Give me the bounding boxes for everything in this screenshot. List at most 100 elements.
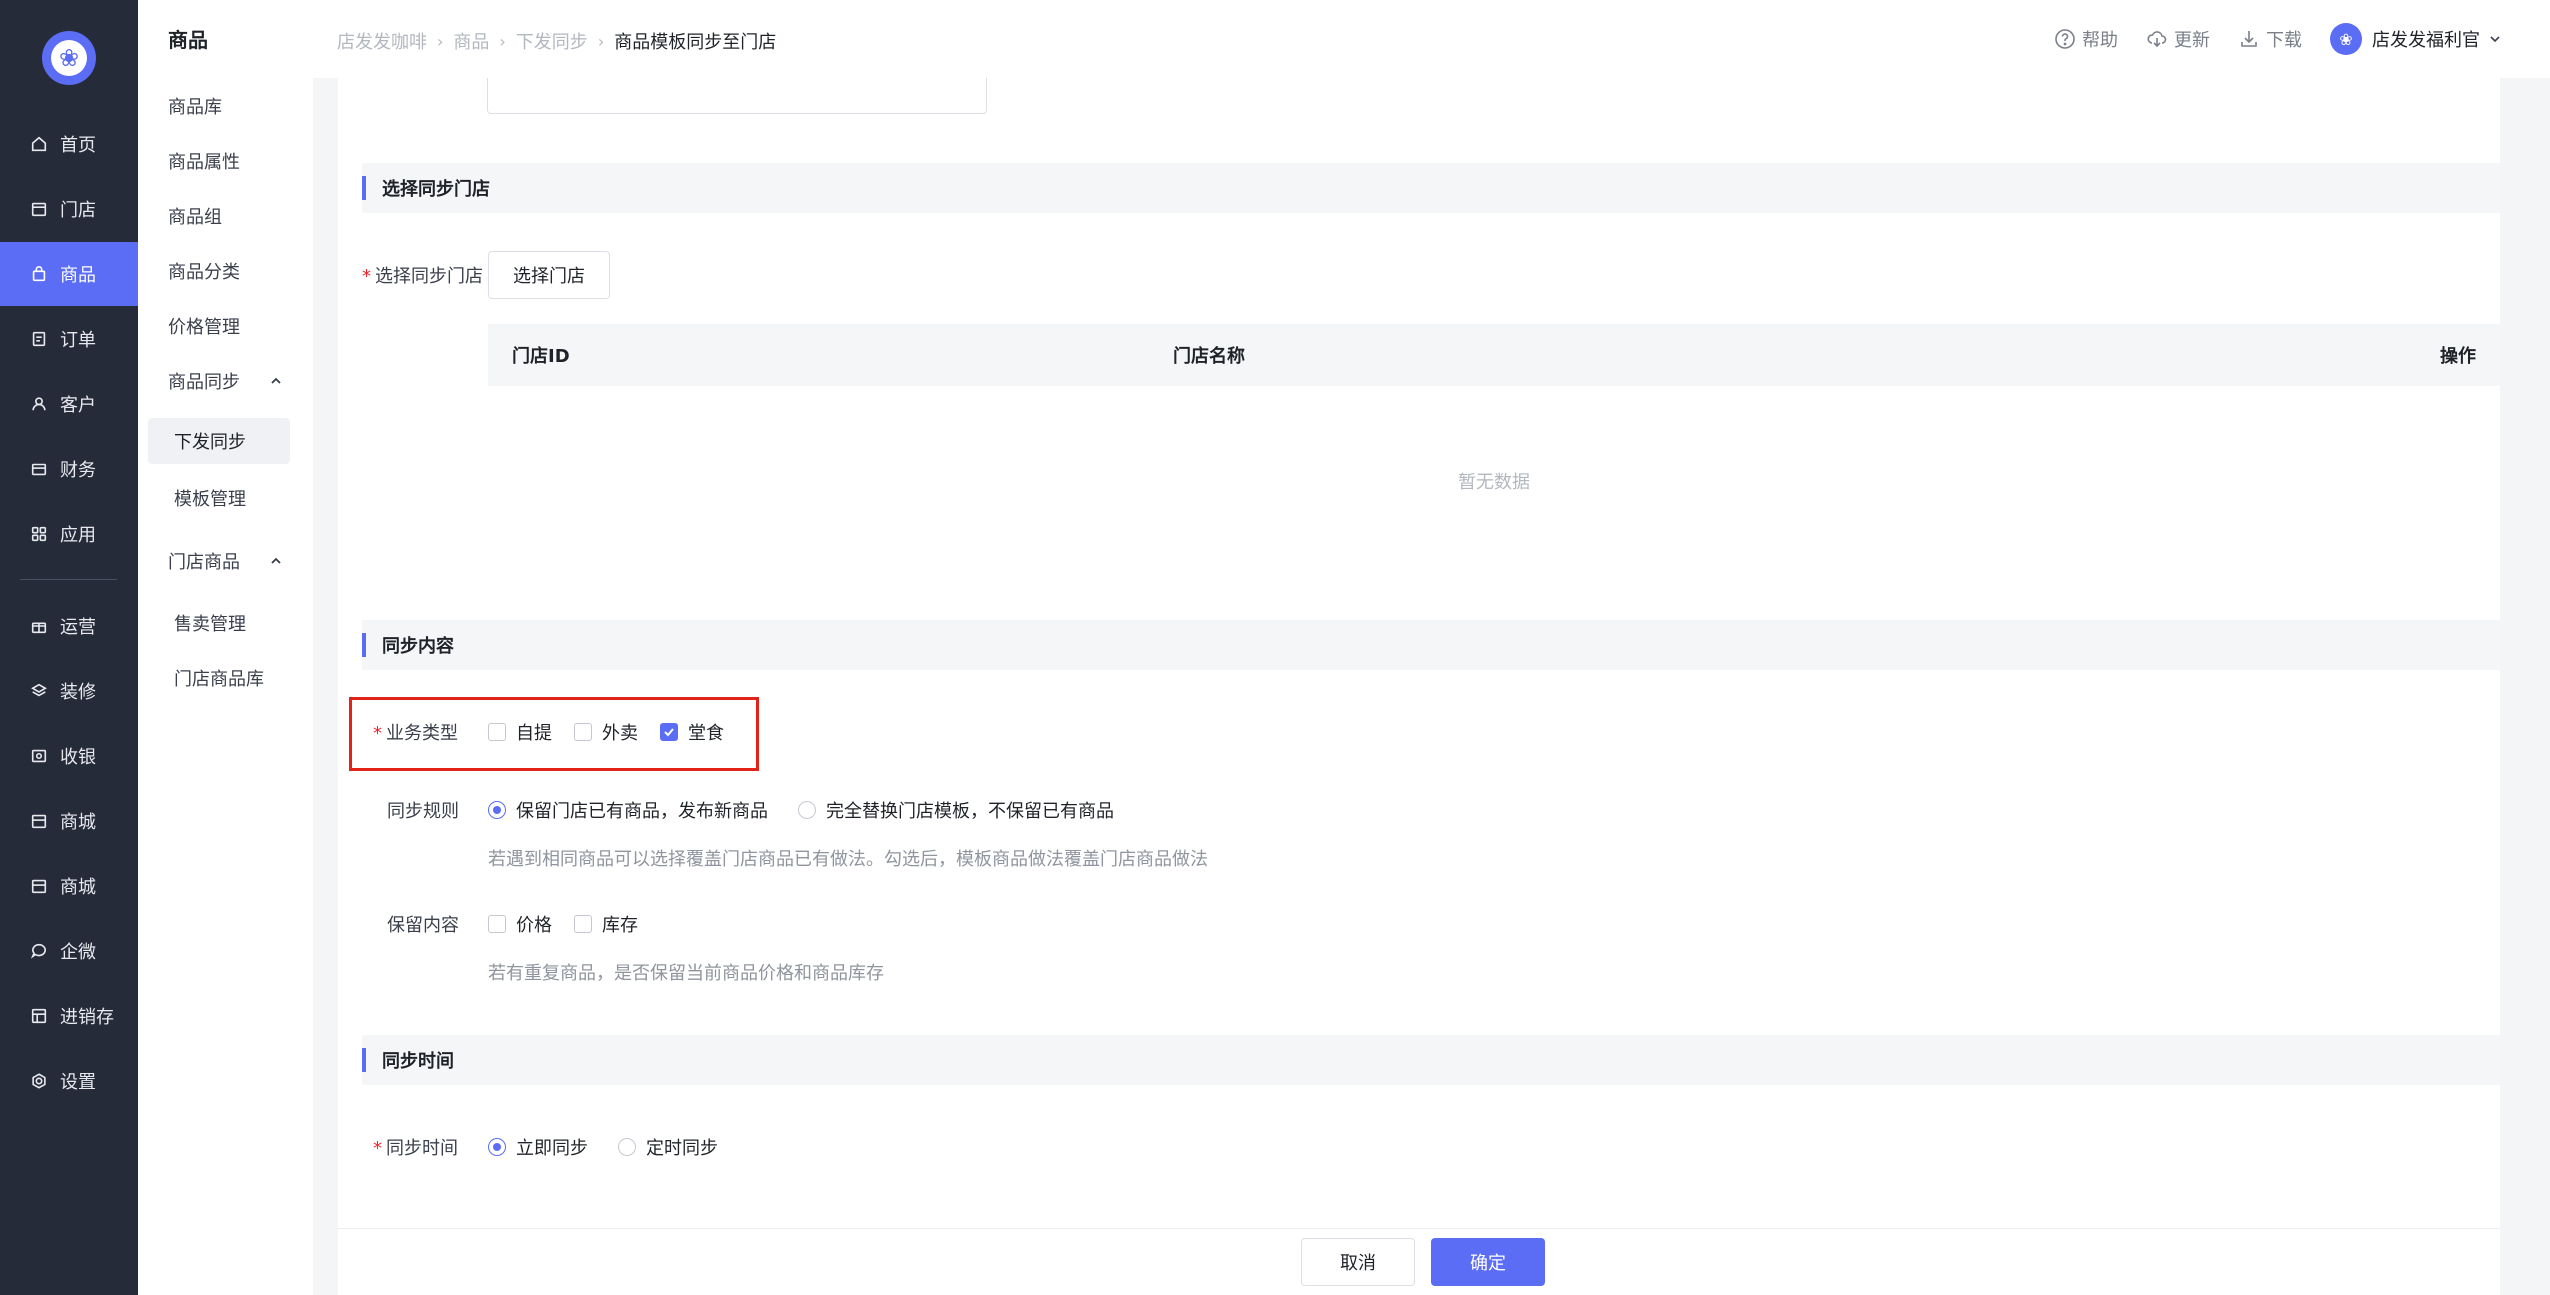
keep-content-checkboxes: 价格 库存 bbox=[488, 911, 660, 937]
nav-item-mall-2[interactable]: 商城 bbox=[0, 854, 138, 918]
bag-icon bbox=[30, 265, 48, 283]
nav-item-decor[interactable]: 装修 bbox=[0, 659, 138, 723]
previous-field-input[interactable] bbox=[487, 78, 987, 114]
radio-sync-now[interactable]: 立即同步 bbox=[488, 1134, 588, 1160]
highlight-box bbox=[349, 697, 759, 771]
nav-label: 设置 bbox=[60, 1072, 96, 1093]
submenu-item-goods-group[interactable]: 商品组 bbox=[168, 203, 222, 229]
submenu-item-sale-manage[interactable]: 售卖管理 bbox=[174, 610, 246, 636]
help-button[interactable]: 帮助 bbox=[2054, 26, 2118, 52]
nav-item-finance[interactable]: 财务 bbox=[0, 437, 138, 501]
gift-icon bbox=[30, 617, 48, 635]
breadcrumb-item[interactable]: 下发同步 bbox=[516, 28, 588, 54]
user-menu[interactable]: ❀ 店发发福利官 bbox=[2330, 23, 2502, 55]
nav-item-settings[interactable]: 设置 bbox=[0, 1049, 138, 1113]
checkbox-box[interactable] bbox=[574, 915, 592, 933]
submenu-item-goods-library[interactable]: 商品库 bbox=[168, 93, 222, 119]
checkbox-box[interactable] bbox=[488, 915, 506, 933]
breadcrumb-separator-icon: › bbox=[437, 31, 444, 51]
select-store-button[interactable]: 选择门店 bbox=[488, 251, 610, 299]
store-select-label: * 选择同步门店 bbox=[362, 262, 483, 288]
keep-content-hint: 若有重复商品，是否保留当前商品价格和商品库存 bbox=[488, 963, 884, 984]
update-label: 更新 bbox=[2174, 30, 2210, 51]
confirm-button[interactable]: 确定 bbox=[1431, 1238, 1545, 1286]
nav-item-wecom[interactable]: 企微 bbox=[0, 919, 138, 983]
nav-item-cashier[interactable]: 收银 bbox=[0, 724, 138, 788]
nav-label: 运营 bbox=[60, 617, 96, 638]
update-button[interactable]: 更新 bbox=[2146, 26, 2210, 52]
section-accent-bar bbox=[362, 176, 366, 200]
submenu-item-price[interactable]: 价格管理 bbox=[168, 313, 240, 339]
submenu-title: 商品 bbox=[168, 28, 208, 52]
section-accent-bar bbox=[362, 633, 366, 657]
nav-label: 装修 bbox=[60, 682, 96, 703]
submenu-group-label: 商品同步 bbox=[168, 372, 240, 393]
submenu-item-goods-category[interactable]: 商品分类 bbox=[168, 258, 240, 284]
section-header-content: 同步内容 bbox=[362, 620, 2500, 670]
breadcrumb-separator-icon: › bbox=[597, 31, 605, 51]
store-icon bbox=[30, 200, 48, 218]
download-label: 下载 bbox=[2266, 30, 2302, 51]
top-header: 店发发咖啡 › 商品 › 下发同步 › 商品模板同步至门店 帮助 更新 下载 ❀… bbox=[313, 0, 2550, 78]
nav-item-operation[interactable]: 运营 bbox=[0, 594, 138, 658]
sub-menu: 商品 商品库 商品属性 商品组 商品分类 价格管理 商品同步 下发同步 模板管理… bbox=[138, 0, 313, 1295]
keep-content-label: 保留内容 bbox=[387, 915, 459, 936]
layers-icon bbox=[30, 682, 48, 700]
checkbox-stock[interactable]: 库存 bbox=[574, 911, 638, 937]
radio-label: 保留门店已有商品，发布新商品 bbox=[516, 801, 768, 822]
nav-item-orders[interactable]: 订单 bbox=[0, 307, 138, 371]
nav-item-mall[interactable]: 商城 bbox=[0, 789, 138, 853]
radio-sync-scheduled[interactable]: 定时同步 bbox=[618, 1134, 718, 1160]
app-logo[interactable]: ❀ bbox=[42, 31, 96, 85]
download-button[interactable]: 下载 bbox=[2238, 26, 2302, 52]
sync-rule-label: 同步规则 bbox=[387, 801, 459, 822]
nav-label: 财务 bbox=[60, 460, 96, 481]
radio-replace-all[interactable]: 完全替换门店模板，不保留已有商品 bbox=[798, 797, 1114, 823]
radio-circle[interactable] bbox=[618, 1138, 636, 1156]
radio-circle[interactable] bbox=[798, 801, 816, 819]
nav-label: 门店 bbox=[60, 200, 96, 221]
nav-label: 订单 bbox=[60, 330, 96, 351]
nav-item-customers[interactable]: 客户 bbox=[0, 372, 138, 436]
submenu-group-sync[interactable]: 商品同步 bbox=[168, 368, 283, 394]
submenu-item-store-library[interactable]: 门店商品库 bbox=[174, 665, 264, 691]
main-content: 选择同步门店 * 选择同步门店 选择门店 门店ID 门店名称 操作 暂无数据 同步… bbox=[338, 78, 2500, 1228]
section-title: 同步内容 bbox=[382, 636, 454, 657]
radio-circle[interactable] bbox=[488, 801, 506, 819]
shop-icon bbox=[30, 877, 48, 895]
breadcrumb-item[interactable]: 店发发咖啡 bbox=[337, 28, 427, 54]
nav-divider bbox=[20, 579, 117, 580]
apps-icon bbox=[30, 525, 48, 543]
form-footer: 取消 确定 bbox=[338, 1228, 2500, 1295]
radio-circle[interactable] bbox=[488, 1138, 506, 1156]
section-header-store: 选择同步门店 bbox=[362, 163, 2500, 213]
nav-item-goods[interactable]: 商品 bbox=[0, 242, 138, 306]
checkbox-label: 价格 bbox=[516, 915, 552, 936]
cancel-button[interactable]: 取消 bbox=[1301, 1238, 1415, 1286]
nav-item-home[interactable]: 首页 bbox=[0, 112, 138, 176]
nav-label: 商品 bbox=[60, 265, 96, 286]
submenu-item-goods-attr[interactable]: 商品属性 bbox=[168, 148, 240, 174]
help-icon bbox=[2055, 29, 2075, 49]
home-icon bbox=[30, 135, 48, 153]
order-icon bbox=[30, 330, 48, 348]
nav-item-inventory[interactable]: 进销存 bbox=[0, 984, 138, 1048]
nav-item-apps[interactable]: 应用 bbox=[0, 502, 138, 566]
column-header-store-id: 门店ID bbox=[512, 346, 570, 367]
radio-label: 完全替换门店模板，不保留已有商品 bbox=[826, 801, 1114, 822]
header-actions: 帮助 更新 下载 ❀ 店发发福利官 bbox=[2054, 0, 2550, 78]
submenu-item-template[interactable]: 模板管理 bbox=[174, 485, 246, 511]
nav-item-store[interactable]: 门店 bbox=[0, 177, 138, 241]
checkbox-label: 库存 bbox=[602, 915, 638, 936]
radio-keep-existing[interactable]: 保留门店已有商品，发布新商品 bbox=[488, 797, 768, 823]
nav-label: 企微 bbox=[60, 942, 96, 963]
chevron-down-icon bbox=[2490, 36, 2500, 43]
submenu-group-store-goods[interactable]: 门店商品 bbox=[168, 548, 283, 574]
radio-label: 定时同步 bbox=[646, 1138, 718, 1159]
section-title: 选择同步门店 bbox=[382, 179, 490, 200]
submenu-item-sync-dispatch[interactable]: 下发同步 bbox=[148, 418, 290, 464]
checkbox-price[interactable]: 价格 bbox=[488, 911, 552, 937]
breadcrumb-item[interactable]: 商品 bbox=[453, 28, 489, 54]
sync-rule-radios: 保留门店已有商品，发布新商品 完全替换门店模板，不保留已有商品 bbox=[488, 797, 1144, 823]
nav-label: 商城 bbox=[60, 877, 96, 898]
